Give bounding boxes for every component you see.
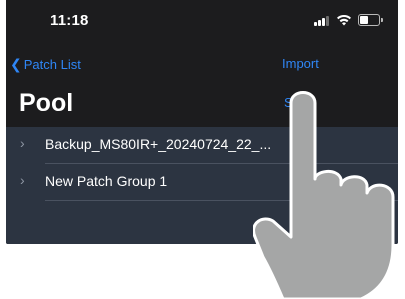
battery-icon	[358, 14, 383, 26]
status-bar: 11:18	[6, 0, 398, 40]
chevron-right-icon: ›	[20, 172, 25, 188]
back-button-label: Patch List	[23, 57, 81, 72]
signal-bars-icon	[314, 16, 330, 26]
navigation-bar: ❮ Patch List Import	[6, 50, 398, 78]
pointing-hand-icon	[253, 91, 395, 299]
import-button[interactable]: Import	[282, 56, 319, 71]
wifi-icon	[337, 14, 351, 26]
list-item-label: Backup_MS80IR+_20240724_22_...	[45, 136, 272, 152]
page-title: Pool	[19, 89, 74, 117]
list-item-label: New Patch Group 1	[45, 173, 168, 189]
battery-level	[360, 16, 368, 24]
back-button[interactable]: ❮ Patch List	[10, 56, 81, 73]
chevron-left-icon: ❮	[10, 56, 22, 72]
status-time: 11:18	[50, 12, 89, 29]
chevron-right-icon: ›	[20, 135, 25, 151]
